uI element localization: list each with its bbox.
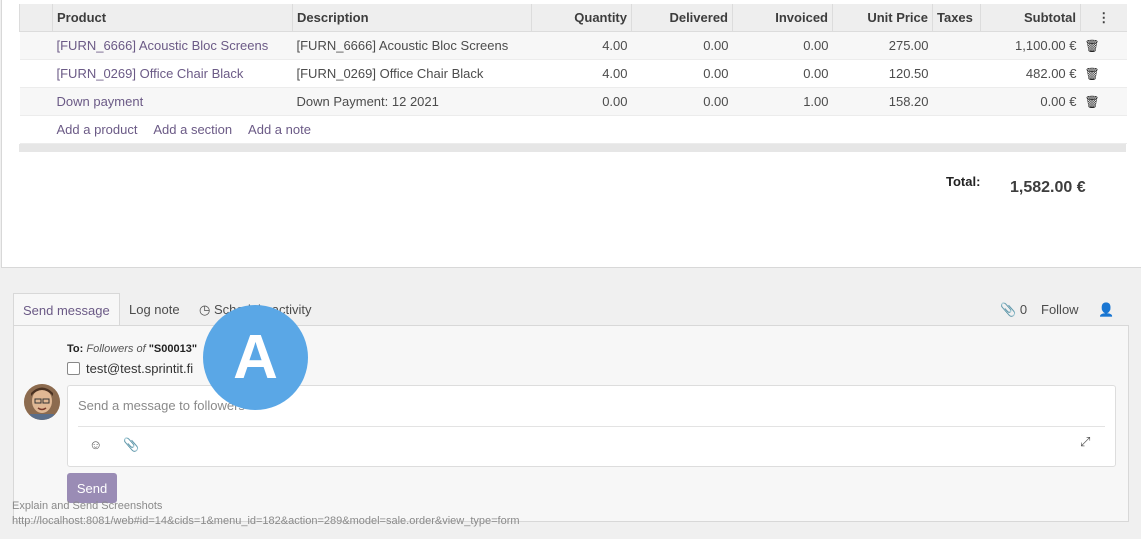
- quantity-cell[interactable]: 4.00: [531, 31, 632, 60]
- table-row[interactable]: [FURN_6666] Acoustic Bloc Screens [FURN_…: [19, 31, 1127, 60]
- row-handle: [19, 87, 53, 116]
- product-cell[interactable]: [FURN_6666] Acoustic Bloc Screens: [52, 31, 293, 60]
- table-row[interactable]: [FURN_0269] Office Chair Black [FURN_026…: [19, 59, 1127, 88]
- delivered-cell[interactable]: 0.00: [631, 87, 733, 116]
- invoiced-cell[interactable]: 1.00: [732, 87, 833, 116]
- invoiced-cell[interactable]: 0.00: [732, 31, 833, 60]
- order-sheet: Product Description Quantity Delivered I…: [1, 0, 1141, 268]
- send-button[interactable]: Send: [67, 473, 117, 503]
- subtotal-cell: 1,100.00 €: [980, 31, 1081, 60]
- followers-button[interactable]: 👤 2: [1089, 293, 1128, 350]
- description-cell[interactable]: [FURN_0269] Office Chair Black: [292, 59, 532, 88]
- status-url: http://localhost:8081/web#id=14&cids=1&m…: [12, 515, 520, 527]
- follow-button[interactable]: Follow: [1032, 293, 1088, 326]
- quantity-cell[interactable]: 4.00: [531, 59, 632, 88]
- order-lines-table: Product Description Quantity Delivered I…: [19, 4, 1127, 144]
- expand-icon[interactable]: ⤢: [1080, 434, 1090, 450]
- unit-price-cell[interactable]: 275.00: [832, 31, 933, 60]
- delete-row-cell: 🗑: [1080, 87, 1127, 116]
- trash-icon[interactable]: 🗑: [1085, 95, 1100, 109]
- chatter-topbar: Send message Log note ◷ Schedule activit…: [13, 293, 1128, 350]
- recipient-email: test@test.sprintit.fi: [86, 361, 194, 376]
- table-row[interactable]: Down payment Down Payment: 12 2021 0.00 …: [19, 87, 1127, 116]
- row-handle: [19, 115, 53, 144]
- column-header-unit-price[interactable]: Unit Price: [832, 4, 933, 32]
- description-cell[interactable]: [FURN_6666] Acoustic Bloc Screens: [292, 31, 532, 60]
- screenshot-tool-caption: Explain and Send Screenshots: [12, 500, 163, 512]
- delivered-cell[interactable]: 0.00: [631, 59, 733, 88]
- product-cell[interactable]: [FURN_0269] Office Chair Black: [52, 59, 293, 88]
- row-handle: [19, 31, 53, 60]
- clock-icon: ◷: [199, 302, 211, 317]
- attachments-button[interactable]: 📎 0: [991, 293, 1036, 326]
- column-header-delivered[interactable]: Delivered: [631, 4, 733, 32]
- quantity-cell[interactable]: 0.00: [531, 87, 632, 116]
- to-prefix: To:: [67, 343, 84, 355]
- handle-column-header: [19, 4, 53, 32]
- composer-divider: [78, 426, 1105, 427]
- taxes-cell[interactable]: [932, 87, 981, 116]
- row-handle: [19, 59, 53, 88]
- delete-row-cell: 🗑: [1080, 31, 1127, 60]
- kebab-menu-icon[interactable]: ⋮: [1080, 4, 1127, 32]
- paperclip-icon[interactable]: 📎: [123, 437, 139, 453]
- recipients-line: To: Followers of "S00013": [67, 343, 197, 355]
- add-product-link[interactable]: Add a product: [57, 122, 138, 137]
- column-header-quantity[interactable]: Quantity: [531, 4, 632, 32]
- description-cell[interactable]: Down Payment: 12 2021: [292, 87, 532, 116]
- smiley-icon[interactable]: ☺: [89, 437, 102, 452]
- add-line-row: Add a product Add a section Add a note: [19, 115, 1127, 144]
- product-cell[interactable]: Down payment: [52, 87, 293, 116]
- trash-icon[interactable]: 🗑: [1085, 67, 1100, 81]
- delivered-cell[interactable]: 0.00: [631, 31, 733, 60]
- annotation-marker: A: [203, 305, 308, 410]
- message-composer: To: Followers of "S00013" test@test.spri…: [13, 325, 1129, 522]
- tab-send-message[interactable]: Send message: [13, 293, 120, 327]
- unit-price-cell[interactable]: 120.50: [832, 59, 933, 88]
- unit-price-cell[interactable]: 158.20: [832, 87, 933, 116]
- delete-row-cell: 🗑: [1080, 59, 1127, 88]
- tab-log-note[interactable]: Log note: [120, 293, 189, 326]
- invoiced-cell[interactable]: 0.00: [732, 59, 833, 88]
- total-value: 1,582.00 €: [1010, 179, 1086, 196]
- recipient-checkbox[interactable]: [67, 362, 80, 375]
- table-footer-band: [19, 144, 1126, 152]
- trash-icon[interactable]: 🗑: [1085, 39, 1100, 53]
- column-header-invoiced[interactable]: Invoiced: [732, 4, 833, 32]
- recipient-option[interactable]: test@test.sprintit.fi: [67, 361, 193, 376]
- add-section-link[interactable]: Add a section: [153, 122, 232, 137]
- subtotal-cell: 0.00 €: [980, 87, 1081, 116]
- total-label: Total:: [946, 174, 981, 189]
- table-header-row: Product Description Quantity Delivered I…: [19, 4, 1127, 32]
- attachments-count: 0: [1019, 302, 1028, 317]
- message-placeholder: Send a message to followers: [78, 398, 245, 413]
- add-note-link[interactable]: Add a note: [248, 122, 311, 137]
- add-links: Add a product Add a section Add a note: [52, 115, 1127, 144]
- column-header-description[interactable]: Description: [292, 4, 532, 32]
- column-header-product[interactable]: Product: [52, 4, 293, 32]
- column-header-subtotal[interactable]: Subtotal: [980, 4, 1081, 32]
- taxes-cell[interactable]: [932, 31, 981, 60]
- to-followers-text: Followers of: [86, 343, 146, 355]
- to-record: "S00013": [148, 343, 198, 355]
- subtotal-cell: 482.00 €: [980, 59, 1081, 88]
- user-icon: 👤: [1098, 302, 1115, 317]
- column-header-taxes[interactable]: Taxes: [932, 4, 981, 32]
- paperclip-icon: 📎: [1000, 302, 1017, 317]
- taxes-cell[interactable]: [932, 59, 981, 88]
- avatar: [24, 384, 60, 420]
